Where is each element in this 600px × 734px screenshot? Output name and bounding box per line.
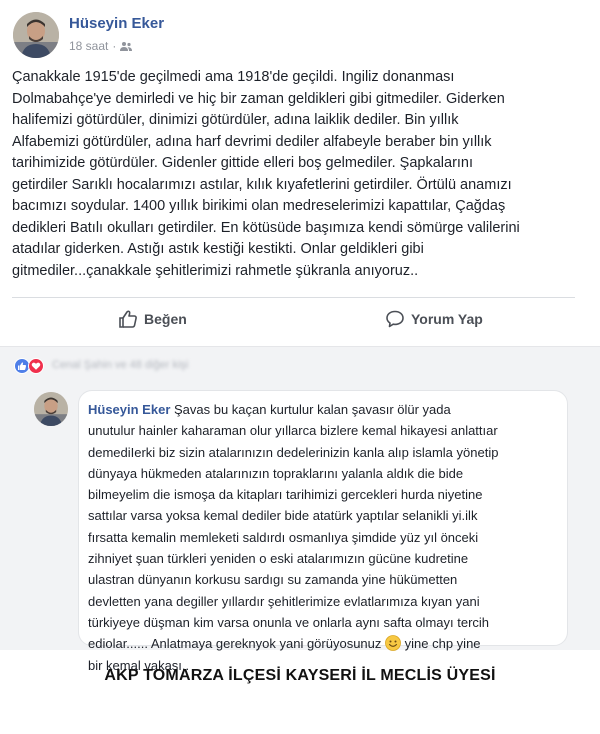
- comment-emoji-line-end: yine chp yine: [401, 636, 481, 652]
- post-text-line: dedikleri Batılı okulları getirdiler. En…: [12, 219, 520, 236]
- like-label: Beğen: [144, 311, 187, 327]
- comment-text-line: ulastran dünyanın korkusu sardıgı su zam…: [88, 572, 458, 588]
- comment-text-line: ediolar...... Anlatmaya gereknyok yani g…: [88, 633, 564, 654]
- comment-author-name[interactable]: Hüseyin Eker: [88, 402, 170, 417]
- comment-body: Hüseyin Eker Şavas bu kaçan kurtulur kal…: [88, 399, 564, 676]
- actions-divider: [12, 297, 575, 298]
- post-text-line: Dolmabahçe'ye demirledi ve hiç bir zaman…: [12, 90, 505, 107]
- post-text-line: atadılar giderken. Astığı astık kestiği …: [12, 241, 424, 257]
- post-author-name[interactable]: Hüseyin Eker: [69, 15, 164, 32]
- comment-emoji-line-start: ediolar...... Anlatmaya gereknyok yani g…: [88, 636, 382, 652]
- facebook-post: Hüseyin Eker 18 saat · Çanakkale 1915'de…: [0, 0, 600, 346]
- comment-text-line: devletten yana degiller yıllardır şehitl…: [88, 593, 480, 609]
- reaction-icons[interactable]: [14, 358, 44, 374]
- meta-separator: ·: [112, 39, 117, 53]
- image-caption: AKP TOMARZA İLÇESİ KAYSERİ İL MECLİS ÜYE…: [104, 667, 496, 684]
- comment-label: Yorum Yap: [411, 311, 483, 327]
- speech-bubble-icon: [386, 310, 404, 328]
- post-body: Çanakkale 1915'de geçilmedi ama 1918'de …: [12, 67, 592, 282]
- comment-text-line: bilmeyelim die ismoşa da kitapları tarih…: [88, 487, 483, 503]
- comment-text-line: unutulur hainler kaharaman olur yıllarca…: [88, 423, 498, 439]
- comment-bubble: Hüseyin Eker Şavas bu kaçan kurtulur kal…: [78, 390, 568, 673]
- comment-text-line: dünyaya hükmeden atalarınızın toprakları…: [88, 465, 464, 481]
- profile-photo-icon: [13, 12, 59, 58]
- comment-text-line: sattılar varsa yoksa kemal dediler bide …: [88, 508, 478, 524]
- comment-text-line: Hüseyin Eker Şavas bu kaçan kurtulur kal…: [88, 399, 564, 420]
- post-text-line: gitmediler...çanakkale şehitlerimizi rah…: [12, 262, 419, 279]
- post-text-line: Alfabemizi götürdüler, adına harf devrim…: [12, 133, 492, 150]
- post-timestamp[interactable]: 18 saat: [69, 39, 108, 53]
- commenter-avatar[interactable]: [34, 392, 68, 426]
- thumbs-up-icon: [119, 310, 137, 328]
- comment-first-line-text: Şavas bu kaçan kurtulur kalan şavasır öl…: [170, 402, 451, 417]
- comment-text-line: türkiyeye düşman kim varsa onunla ve onl…: [88, 614, 490, 630]
- author-avatar[interactable]: [13, 12, 59, 58]
- post-text-line: getirdiler Sarıklı hocalarımızı astılar,…: [12, 176, 512, 193]
- friends-icon[interactable]: [120, 41, 133, 51]
- like-button[interactable]: Beğen: [118, 309, 187, 329]
- post-text-line: tarihimizide götürdüler. Gidenler gittid…: [12, 155, 474, 171]
- reactions-bar: Cenal Şahin ve 48 diğer kişi: [0, 346, 600, 382]
- profile-photo-icon: [34, 392, 68, 426]
- comment-text-line: zihniyet şuan türkleri yeniden o eski at…: [88, 551, 469, 567]
- comment-text-line: demediIerki biz sizin atalarınızın dedel…: [88, 444, 499, 460]
- post-meta: 18 saat ·: [69, 39, 133, 53]
- comment-thread: Hüseyin Eker Şavas bu kaçan kurtulur kal…: [0, 382, 600, 673]
- love-reaction-icon: [28, 358, 44, 374]
- post-text-line: bacımızı soydular. 1400 yıllık birikimi …: [12, 198, 506, 214]
- smiley-emoji-icon: [385, 635, 401, 652]
- reaction-names-blurred[interactable]: Cenal Şahin ve 48 diğer kişi: [52, 359, 188, 371]
- comment-button[interactable]: Yorum Yap: [385, 309, 483, 329]
- post-actions: Beğen Yorum Yap: [0, 303, 600, 339]
- post-text-line: halifemizi götürdüler, dinimizi götürdül…: [12, 112, 459, 128]
- comment-text-line: fırsatta kemalin memleketi saldırdı osma…: [88, 529, 479, 545]
- post-text-line: Çanakkale 1915'de geçilmedi ama 1918'de …: [12, 69, 455, 85]
